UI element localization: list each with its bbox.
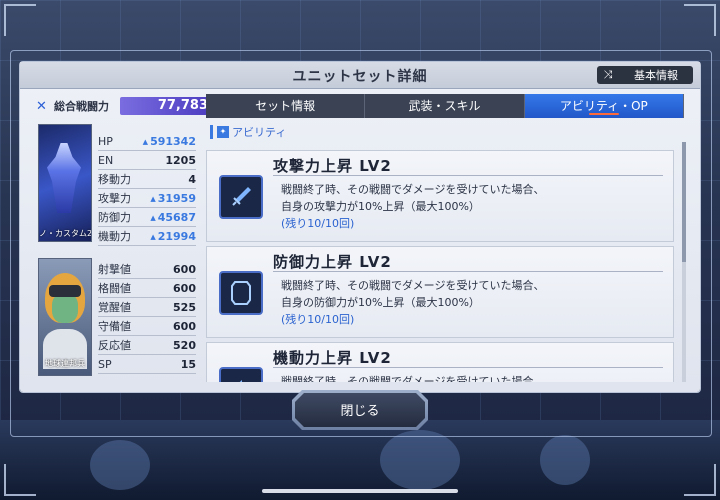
stat-label: 防御力 [98, 211, 131, 224]
ability-section-header: ✦ アビリティ [210, 124, 286, 140]
close-button[interactable]: 閉じる [295, 393, 425, 427]
frame-corner-br [684, 464, 716, 496]
total-power-row: ✕ 総合戦闘力 77,783 [36, 96, 214, 116]
ability-title: 攻撃力上昇 LV2 [273, 157, 392, 175]
dialog-titlebar: ユニットセット詳細 ⤨ 基本情報 [20, 62, 700, 89]
desc-line: 自身の防御力が10%上昇（最大100%） [281, 296, 480, 309]
stat-value: 600 [173, 262, 196, 276]
section-marker [210, 125, 213, 139]
stat-value: 21994 [150, 230, 196, 243]
stat-value: 600 [173, 319, 196, 333]
pilot-name: 地球連邦兵 [45, 359, 85, 368]
tab-label: セット情報 [255, 99, 316, 113]
swap-icon: ⤨ [603, 68, 613, 81]
mech-image [47, 143, 81, 213]
stat-value: 525 [173, 300, 196, 314]
stat-label: 反応値 [98, 339, 131, 352]
total-power-label: 総合戦闘力 [54, 100, 109, 113]
ability-card[interactable]: 攻撃力上昇 LV2 戦闘終了時、その戦闘でダメージを受けていた場合、 自身の攻撃… [206, 150, 674, 242]
ability-title: 防御力上昇 LV2 [273, 253, 392, 271]
basic-info-button[interactable]: ⤨ 基本情報 [597, 66, 693, 84]
ability-card[interactable]: 機動力上昇 LV2 戦闘終了時、その戦闘でダメージを受けていた場合、 [206, 342, 674, 382]
stat-value: 600 [173, 281, 196, 295]
unit-set-detail-dialog: ユニットセット詳細 ⤨ 基本情報 ✕ 総合戦闘力 77,783 ノ・カスタム2B… [20, 62, 700, 392]
ability-icon: ✦ [217, 126, 229, 138]
ability-title: 機動力上昇 LV2 [273, 349, 392, 367]
total-power-value: 77,783 [120, 97, 214, 115]
desc-line: 戦闘終了時、その戦闘でダメージを受けていた場合、 [281, 183, 545, 196]
stat-row: 守備値 600 [98, 317, 196, 336]
stat-label: 機動力 [98, 230, 131, 243]
stat-row: 格闘値 600 [98, 279, 196, 298]
stat-value: 31959 [150, 192, 196, 205]
frame-corner-tl [4, 4, 36, 36]
active-tab-indicator [588, 113, 619, 115]
section-title: アビリティ [232, 126, 287, 139]
ability-remaining: (残り10/10回) [281, 313, 355, 326]
stat-value: 1205 [165, 153, 196, 167]
unit-name: ノ・カスタム2B [39, 229, 92, 238]
stat-label: 攻撃力 [98, 192, 131, 205]
stat-label: EN [98, 153, 114, 167]
stat-row: 射撃値 600 [98, 260, 196, 279]
stat-row: 覚醒値 525 [98, 298, 196, 317]
stat-label: 守備値 [98, 320, 131, 333]
frame-corner-bl [4, 464, 36, 496]
stat-value: 591342 [143, 135, 196, 148]
desc-line: 戦闘終了時、その戦闘でダメージを受けていた場合、 [281, 375, 545, 382]
stat-value: 45687 [150, 211, 196, 224]
divider [273, 367, 663, 368]
stat-row: 移動力 4 [98, 170, 196, 189]
speed-icon [219, 367, 263, 382]
crossed-swords-icon: ✕ [36, 98, 47, 114]
stat-row: 反応値 520 [98, 336, 196, 355]
frame-corner-tr [684, 4, 716, 36]
stat-label: SP [98, 357, 112, 371]
divider [273, 175, 663, 176]
detail-tabs: セット情報 武装・スキル アビリティ・OP [206, 94, 684, 118]
tab-weapons-skills[interactable]: 武装・スキル [365, 94, 525, 118]
stat-label: 射撃値 [98, 263, 131, 276]
stat-label: HP [98, 134, 113, 148]
stat-value: 520 [173, 338, 196, 352]
unit-portrait[interactable]: ノ・カスタム2B [38, 124, 92, 242]
close-button-frame: 閉じる [292, 390, 428, 430]
divider [273, 271, 663, 272]
sword-icon [219, 175, 263, 219]
stat-row: HP 591342 [98, 132, 196, 151]
ability-remaining: (残り10/10回) [281, 217, 355, 230]
tab-ability-op[interactable]: アビリティ・OP [524, 94, 684, 118]
stat-row: 攻撃力 31959 [98, 189, 196, 208]
stat-value: 4 [188, 172, 196, 186]
stat-label: 移動力 [98, 173, 131, 186]
ability-card[interactable]: 防御力上昇 LV2 戦闘終了時、その戦闘でダメージを受けていた場合、 自身の防御… [206, 246, 674, 338]
stat-row: EN 1205 [98, 151, 196, 170]
stat-row: 機動力 21994 [98, 227, 196, 246]
basic-info-label: 基本情報 [634, 69, 678, 82]
pilot-visor [49, 285, 81, 297]
ability-list[interactable]: ✦ アビリティ 攻撃力上昇 LV2 戦闘終了時、その戦闘でダメージを受けていた場… [206, 120, 688, 382]
ability-description: 戦闘終了時、その戦闘でダメージを受けていた場合、 [281, 373, 544, 382]
tab-label: 武装・スキル [408, 99, 481, 113]
ability-description: 戦闘終了時、その戦闘でダメージを受けていた場合、 自身の攻撃力が10%上昇（最大… [281, 181, 544, 232]
home-indicator[interactable] [262, 489, 458, 493]
stat-label: 格闘値 [98, 282, 131, 295]
pilot-portrait[interactable]: 地球連邦兵 [38, 258, 92, 376]
stat-row: 防御力 45687 [98, 208, 196, 227]
tab-label: アビリティ・OP [559, 99, 648, 113]
ability-description: 戦闘終了時、その戦闘でダメージを受けていた場合、 自身の防御力が10%上昇（最大… [281, 277, 544, 328]
scrollbar-thumb[interactable] [682, 142, 686, 262]
stat-row: SP 15 [98, 355, 196, 374]
desc-line: 戦闘終了時、その戦闘でダメージを受けていた場合、 [281, 279, 545, 292]
shield-icon [219, 271, 263, 315]
stat-value: 15 [180, 357, 196, 371]
stat-label: 覚醒値 [98, 301, 131, 314]
tab-set-info[interactable]: セット情報 [206, 94, 366, 118]
pilot-stats: 射撃値 600 格闘値 600 覚醒値 525 守備値 600 反応値 520 SP 15 [98, 260, 196, 374]
scrollbar[interactable] [682, 142, 686, 382]
unit-stats: HP 591342 EN 1205 移動力 4 攻撃力 31959 防御力 45687 機動力 219… [98, 132, 196, 246]
pilot-face [52, 293, 78, 323]
desc-line: 自身の攻撃力が10%上昇（最大100%） [281, 200, 480, 213]
